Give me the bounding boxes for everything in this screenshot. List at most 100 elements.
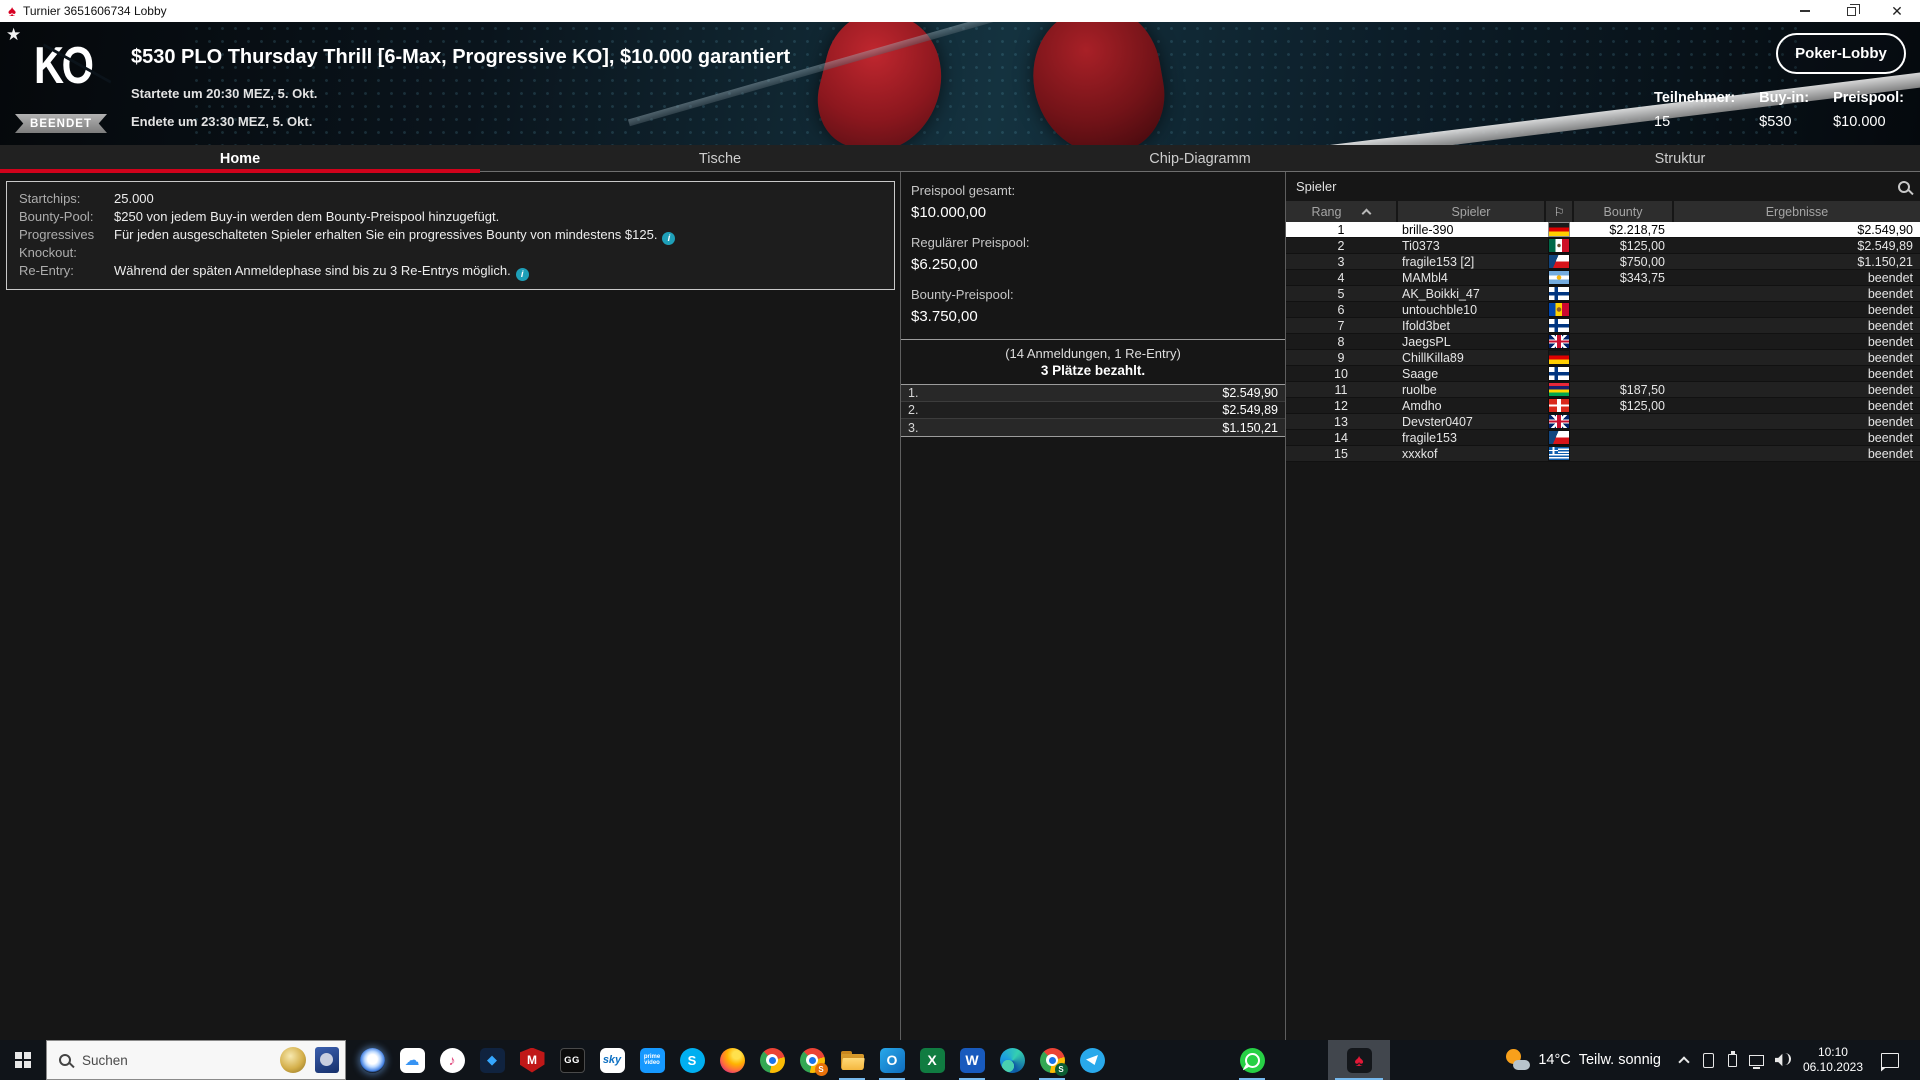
player-name: AK_Boikki_47 [1402, 286, 1480, 301]
player-row-Saage[interactable]: 10 Saage beendet [1286, 366, 1920, 382]
app-icon: M [519, 1047, 545, 1073]
tab-chip-diagramm[interactable]: Chip-Diagramm [960, 145, 1440, 172]
player-row-MAMbl4[interactable]: 4 MAMbl4 $343,75 beendet [1286, 270, 1920, 286]
app-icon: O [879, 1047, 905, 1073]
player-name: fragile153 [2] [1402, 254, 1475, 269]
column-header-flag[interactable]: ⚐ [1546, 201, 1572, 222]
restore-button[interactable] [1828, 0, 1874, 22]
taskbar-app-chrome-profile2[interactable]: S [792, 1040, 832, 1080]
player-row-xxxkof[interactable]: 15 xxxkof beendet [1286, 446, 1920, 462]
info-text-value: $250 von jedem Buy-in werden dem Bounty-… [114, 209, 500, 224]
player-result: beendet [1867, 366, 1913, 381]
column-header-player[interactable]: Spieler [1398, 201, 1544, 222]
tournament-title: $530 PLO Thursday Thrill [6-Max, Progres… [131, 46, 791, 68]
player-header-label: Spieler [1451, 204, 1491, 219]
search-highlight-medal-image[interactable] [280, 1047, 306, 1073]
info-icon[interactable]: i [662, 232, 676, 245]
player-row-Devster0407[interactable]: 13 Devster0407 beendet [1286, 414, 1920, 430]
player-rank: 4 [1337, 270, 1345, 285]
taskbar-app-excel[interactable]: X [912, 1040, 952, 1080]
tab-struktur[interactable]: Struktur [1440, 145, 1920, 172]
search-highlight-award-image[interactable] [315, 1047, 339, 1073]
tab-tische[interactable]: Tische [480, 145, 960, 172]
taskbar-app-outlook[interactable]: O [872, 1040, 912, 1080]
search-icon[interactable] [1898, 180, 1910, 193]
places-paid: 3 Plätze bezahlt. [1040, 363, 1146, 378]
pokerstars-spade-icon: ♠ [8, 2, 16, 20]
taskbar-app-word[interactable]: W [952, 1040, 992, 1080]
column-header-result[interactable]: Ergebnisse [1674, 201, 1920, 222]
player-row-Ifold3bet[interactable]: 7 Ifold3bet beendet [1286, 318, 1920, 334]
action-center-button[interactable] [1881, 1052, 1899, 1068]
info-text: Während der späten Anmeldephase sind bis… [114, 262, 886, 281]
taskbar-app-chrome[interactable] [752, 1040, 792, 1080]
info-row: Startchips: 25.000i [7, 190, 886, 208]
taskbar-search-box[interactable] [46, 1040, 346, 1080]
column-header-rank[interactable]: Rang [1286, 201, 1396, 222]
player-row-brille-390[interactable]: 1 brille-390 $2.218,75 $2.549,90 [1286, 222, 1920, 238]
tray-usb-button[interactable] [1721, 1040, 1745, 1080]
tray-device-button[interactable] [1697, 1040, 1721, 1080]
player-row-fragile153[interactable]: 14 fragile153 beendet [1286, 430, 1920, 446]
taskbar-app-chrome-profile3[interactable]: S [1032, 1040, 1072, 1080]
tray-volume-button[interactable] [1769, 1040, 1793, 1080]
taskbar-app-firefox[interactable] [712, 1040, 752, 1080]
network-icon [1749, 1054, 1765, 1069]
tray-network-button[interactable] [1745, 1040, 1769, 1080]
payout-amount: $2.549,90 [1222, 386, 1278, 400]
app-glyph: S [687, 1052, 697, 1068]
start-button[interactable] [0, 1040, 46, 1080]
player-row-AK_Boikki_47[interactable]: 5 AK_Boikki_47 beendet [1286, 286, 1920, 302]
taskbar-app-ggpoker[interactable]: GG [552, 1040, 592, 1080]
pool-value: $10.000,00 [911, 204, 987, 221]
sort-ascending-icon [1361, 208, 1372, 219]
taskbar-app-copilot[interactable] [352, 1040, 392, 1080]
taskbar-clock[interactable]: 10:10 06.10.2023 [1793, 1045, 1873, 1075]
app-icon: ◆ [479, 1047, 505, 1073]
column-header-bounty[interactable]: Bounty [1574, 201, 1672, 222]
player-row-Amdho[interactable]: 12 Amdho $125,00 beendet [1286, 398, 1920, 414]
info-icon[interactable]: i [515, 268, 529, 281]
taskbar-app-whatsapp[interactable] [1232, 1040, 1272, 1080]
taskbar-app-edge[interactable] [992, 1040, 1032, 1080]
player-rank: 2 [1337, 238, 1345, 253]
taskbar-app-pokerstars[interactable]: ♠ [1328, 1040, 1390, 1080]
info-row: Bounty-Pool: $250 von jedem Buy-in werde… [7, 208, 886, 226]
tab-home[interactable]: Home [0, 145, 480, 173]
app-icon: ♠ [1346, 1047, 1372, 1073]
player-row-Ti0373[interactable]: 2 Ti0373 $125,00 $2.549,89 [1286, 238, 1920, 254]
taskbar-app-prime-video[interactable]: prime video [632, 1040, 672, 1080]
player-result: beendet [1867, 286, 1913, 301]
weather-widget[interactable]: 14°C Teilw. sonnig [1494, 1048, 1671, 1072]
poker-lobby-button[interactable]: Poker-Lobby [1776, 33, 1906, 74]
taskbar-app-icloud[interactable]: ☁ [392, 1040, 432, 1080]
tab-label: Chip-Diagramm [1149, 150, 1251, 167]
taskbar-app-mcafee[interactable]: M [512, 1040, 552, 1080]
taskbar-app-itunes[interactable]: ♪ [432, 1040, 472, 1080]
player-row-ChillKilla89[interactable]: 9 ChillKilla89 beendet [1286, 350, 1920, 366]
app-glyph: W [965, 1052, 979, 1068]
taskbar-app-sky[interactable]: sky [592, 1040, 632, 1080]
player-row-ruolbe[interactable]: 11 ruolbe $187,50 beendet [1286, 382, 1920, 398]
app-icon [719, 1047, 745, 1073]
player-name: ChillKilla89 [1402, 350, 1464, 365]
payout-amount: $1.150,21 [1222, 420, 1278, 435]
taskbar-app-skype[interactable]: S [672, 1040, 712, 1080]
taskbar-app-telegram[interactable] [1072, 1040, 1112, 1080]
player-rank: 14 [1334, 430, 1348, 445]
player-rank: 8 [1337, 334, 1345, 349]
player-row-JaegsPL[interactable]: 8 JaegsPL beendet [1286, 334, 1920, 350]
tray-overflow-button[interactable] [1671, 1055, 1697, 1068]
taskbar-app-films[interactable]: ◆ [472, 1040, 512, 1080]
minimize-button[interactable] [1782, 0, 1828, 22]
player-row-fragile153 [2][interactable]: 3 fragile153 [2] $750,00 $1.150,21 [1286, 254, 1920, 270]
payout-rows: 1. $2.549,90 2. $2.549,89 3. $1.150,21 [901, 384, 1285, 436]
partly-sunny-icon [1504, 1048, 1531, 1072]
player-row-untouchble10[interactable]: 6 untouchble10 beendet [1286, 302, 1920, 318]
taskbar-app-file-explorer[interactable] [832, 1040, 872, 1080]
search-input[interactable] [80, 1051, 271, 1069]
star-icon: ★ [6, 25, 22, 44]
player-result: beendet [1867, 302, 1913, 317]
app-icon: S [679, 1047, 705, 1073]
close-button[interactable]: ✕ [1874, 0, 1920, 22]
